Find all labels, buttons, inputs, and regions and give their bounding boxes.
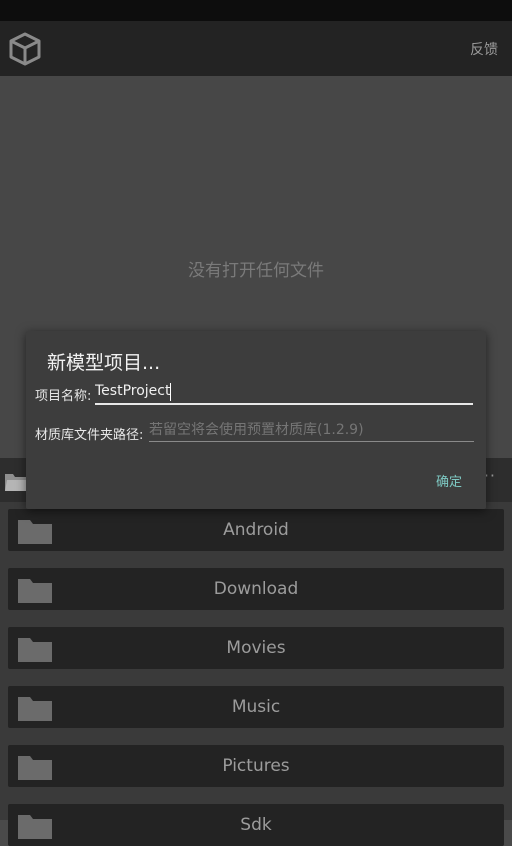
folder-name: Music (231, 697, 281, 717)
dialog-title: 新模型项目... (47, 352, 161, 374)
empty-state-text: 没有打开任何文件 (188, 261, 324, 281)
status-bar (0, 0, 512, 21)
folder-row[interactable]: Sdk (8, 804, 504, 846)
project-name-underline (95, 403, 473, 405)
folder-name: Pictures (222, 756, 290, 776)
project-name-label: 项目名称: (35, 389, 92, 404)
folder-row[interactable]: Music (8, 686, 504, 728)
folder-name: Android (223, 520, 289, 540)
folder-row[interactable]: Pictures (8, 745, 504, 787)
material-path-input[interactable] (149, 422, 475, 438)
cube-icon[interactable] (7, 31, 43, 67)
text-cursor (170, 383, 171, 401)
confirm-button[interactable]: 确定 (436, 471, 462, 490)
folder-name: Sdk (240, 815, 272, 835)
folder-row[interactable]: Movies (8, 627, 504, 669)
app-bar: 反馈 (0, 21, 512, 76)
folder-name: Download (213, 579, 299, 599)
project-name-input[interactable] (95, 383, 415, 399)
folder-row[interactable]: Download (8, 568, 504, 610)
new-model-project-dialog: 新模型项目... 项目名称: 材质库文件夹路径: 确定 (26, 331, 486, 509)
feedback-button[interactable]: 反馈 (470, 39, 498, 59)
file-browser: ··· Android Download Movies Music Pictures Sd… (0, 458, 512, 846)
material-path-label: 材质库文件夹路径: (35, 428, 144, 443)
material-path-underline (149, 441, 474, 442)
folder-name: Movies (226, 638, 286, 658)
folder-row[interactable]: Android (8, 509, 504, 551)
